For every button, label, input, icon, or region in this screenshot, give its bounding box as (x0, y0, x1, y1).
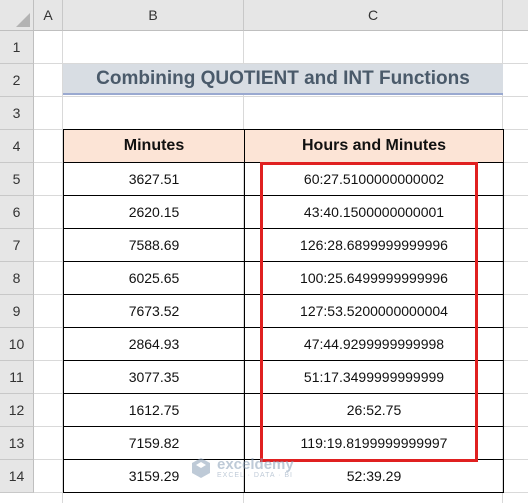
table-row: 3077.35 51:17.3499999999999 (63, 360, 504, 394)
watermark: exceldemy EXCEL · DATA · BI (189, 456, 294, 480)
row-header[interactable]: 10 (0, 328, 34, 361)
watermark-tagline: EXCEL · DATA · BI (217, 472, 293, 479)
minutes-cell[interactable]: 7673.52 (63, 294, 245, 328)
table-row: 2864.93 47:44.9299999999998 (63, 327, 504, 361)
minutes-cell[interactable]: 7588.69 (63, 228, 245, 262)
select-all-triangle-icon (16, 13, 30, 27)
hours-minutes-cell[interactable]: 126:28.6899999999996 (244, 228, 504, 262)
row-header[interactable]: 12 (0, 394, 34, 427)
column-headers: A B C (34, 0, 528, 31)
row-header[interactable]: 11 (0, 361, 34, 394)
sheet-title[interactable]: Combining QUOTIENT and INT Functions (63, 64, 503, 95)
minutes-cell[interactable]: 7159.82 (63, 426, 245, 460)
minutes-cell[interactable]: 2620.15 (63, 195, 245, 229)
row-header[interactable]: 7 (0, 229, 34, 262)
hours-minutes-cell[interactable]: 100:25.6499999999996 (244, 261, 504, 295)
hours-minutes-cell[interactable]: 47:44.9299999999998 (244, 327, 504, 361)
hours-minutes-cell[interactable]: 26:52.75 (244, 393, 504, 427)
row-header[interactable]: 4 (0, 130, 34, 163)
column-header-a[interactable]: A (34, 0, 63, 31)
minutes-cell[interactable]: 1612.75 (63, 393, 245, 427)
hours-minutes-cell[interactable]: 119:19.8199999999997 (244, 426, 504, 460)
table-row: 1612.75 26:52.75 (63, 393, 504, 427)
gridline (34, 96, 528, 97)
table-row: 7588.69 126:28.6899999999996 (63, 228, 504, 262)
table-row: 6025.65 100:25.6499999999996 (63, 261, 504, 295)
row-header[interactable]: 2 (0, 64, 34, 97)
minutes-cell[interactable]: 2864.93 (63, 327, 245, 361)
row-header[interactable]: 6 (0, 196, 34, 229)
minutes-cell[interactable]: 3077.35 (63, 360, 245, 394)
row-header[interactable]: 1 (0, 31, 34, 64)
table-header-row: Minutes Hours and Minutes (63, 129, 504, 163)
row-header[interactable]: 8 (0, 262, 34, 295)
table-row: 7673.52 127:53.5200000000004 (63, 294, 504, 328)
table-row: 2620.15 43:40.1500000000001 (63, 195, 504, 229)
hours-minutes-cell[interactable]: 127:53.5200000000004 (244, 294, 504, 328)
column-header-c[interactable]: C (244, 0, 503, 31)
minutes-cell[interactable]: 3627.51 (63, 162, 245, 196)
table-row: 3627.51 60:27.5100000000002 (63, 162, 504, 196)
hours-minutes-cell[interactable]: 60:27.5100000000002 (244, 162, 504, 196)
column-header-empty (503, 0, 528, 31)
hours-minutes-cell[interactable]: 43:40.1500000000001 (244, 195, 504, 229)
row-header[interactable]: 13 (0, 427, 34, 460)
row-header[interactable]: 14 (0, 460, 34, 493)
select-all-corner[interactable] (0, 0, 34, 31)
column-header-b[interactable]: B (63, 0, 244, 31)
exceldemy-logo-icon (192, 458, 210, 478)
watermark-name: exceldemy (217, 456, 294, 473)
row-header[interactable]: 5 (0, 163, 34, 196)
row-header[interactable]: 9 (0, 295, 34, 328)
minutes-table: Minutes Hours and Minutes 3627.51 60:27.5… (63, 129, 504, 493)
table-row: 7159.82 119:19.8199999999997 (63, 426, 504, 460)
hours-minutes-cell[interactable]: 51:17.3499999999999 (244, 360, 504, 394)
minutes-cell[interactable]: 6025.65 (63, 261, 245, 295)
row-header[interactable]: 3 (0, 97, 34, 130)
hours-minutes-header[interactable]: Hours and Minutes (244, 129, 504, 163)
minutes-header[interactable]: Minutes (63, 129, 245, 163)
watermark-text: exceldemy EXCEL · DATA · BI (217, 457, 294, 479)
row-headers: 1 2 3 4 5 6 7 8 9 10 11 12 13 14 (0, 31, 34, 493)
